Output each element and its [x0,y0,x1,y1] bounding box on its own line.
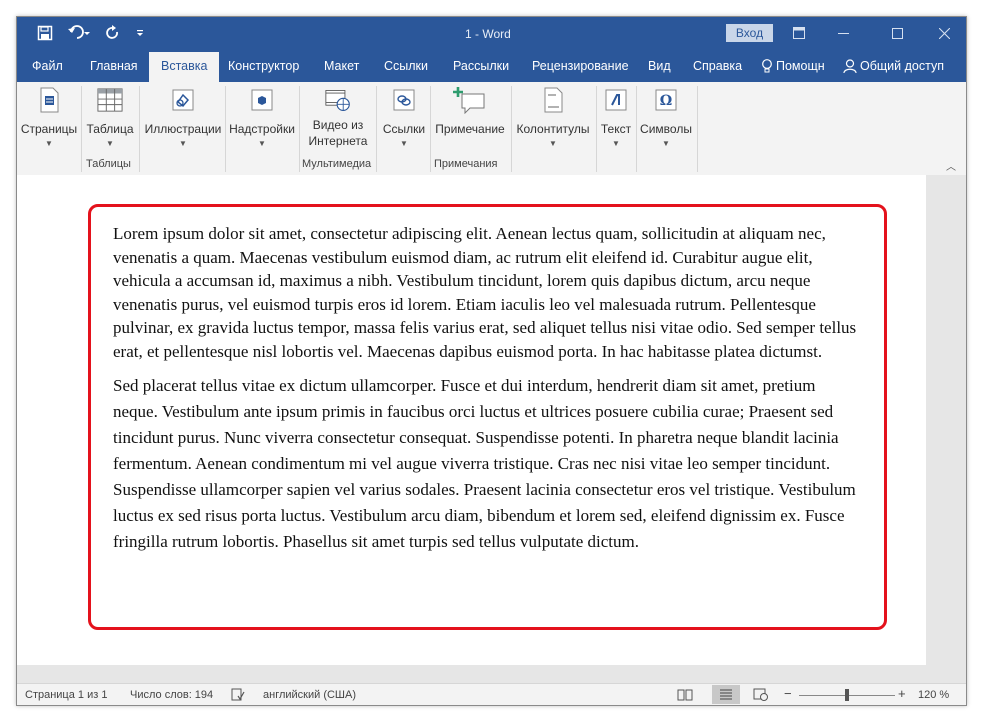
group-separator [376,86,377,172]
document-title: 1 - Word [465,27,511,41]
table-button[interactable]: Таблица ▼ [85,86,135,148]
group-label-media: Мультимедиа [302,158,372,170]
sign-in-button[interactable]: Вход [726,24,773,42]
pages-icon [36,86,62,114]
tab-references[interactable]: Ссылки [384,59,428,73]
tab-mailings[interactable]: Рассылки [453,59,509,73]
group-separator [697,86,698,172]
tab-insert[interactable]: Вставка [149,52,220,82]
chevron-down-icon: ▼ [612,139,620,148]
customize-qat-icon[interactable] [135,28,145,38]
links-icon [391,86,417,114]
zoom-out-button[interactable]: − [784,686,792,701]
text-icon [603,86,629,114]
group-label-tables: Таблицы [86,158,131,170]
omega-icon: Ω [653,86,679,114]
language-indicator[interactable]: английский (США) [263,689,356,701]
addins-label: Надстройки [229,122,295,136]
ribbon-tabs: Файл Главная Вставка Конструктор Макет С… [17,50,966,82]
links-label: Ссылки [382,122,426,136]
group-label-comments: Примечания [434,158,498,170]
share-label: Общий доступ [860,59,944,73]
lightbulb-icon [762,59,772,73]
tab-view[interactable]: Вид [648,59,671,73]
maximize-icon[interactable] [883,21,911,45]
zoom-in-button[interactable]: + [898,686,906,701]
tab-help[interactable]: Справка [693,59,742,73]
comment-icon [452,86,488,114]
tab-file[interactable]: Файл [32,59,63,73]
tell-me-search[interactable]: Помощн [761,59,825,73]
online-video-button[interactable]: Видео из Интернета [303,86,373,149]
title-bar: 1 - Word Вход [17,17,966,50]
symbols-button[interactable]: Ω Символы ▼ [637,86,695,148]
pages-label: Страницы [20,122,78,136]
minimize-icon[interactable] [829,21,857,45]
addins-button[interactable]: Надстройки ▼ [227,86,297,148]
page-count[interactable]: Страница 1 из 1 [25,689,107,701]
group-separator [299,86,300,172]
comment-button[interactable]: Примечание [431,86,509,137]
table-icon [97,86,123,114]
read-mode-icon[interactable] [677,688,693,704]
quick-access-toolbar [37,25,145,41]
group-separator [139,86,140,172]
tab-layout[interactable]: Макет [324,59,359,73]
undo-icon[interactable] [67,25,91,41]
zoom-level[interactable]: 120 % [918,689,949,701]
ribbon-display-options-icon[interactable] [785,21,813,45]
links-button[interactable]: Ссылки ▼ [379,86,429,148]
tab-design[interactable]: Конструктор [228,59,299,73]
online-video-label-line2: Интернета [308,134,368,148]
header-footer-label: Колонтитулы [516,122,590,136]
online-video-label: Видео из Интернета [303,117,373,149]
share-button[interactable]: Общий доступ [843,59,944,73]
vertical-scrollbar[interactable] [926,175,966,683]
chevron-down-icon: ▼ [45,139,53,148]
illustrations-icon [170,86,196,114]
group-separator [81,86,82,172]
status-bar: Страница 1 из 1 Число слов: 194 английск… [17,683,966,705]
pages-button[interactable]: Страницы ▼ [19,86,79,148]
chevron-down-icon: ▼ [662,139,670,148]
group-separator [511,86,512,172]
chevron-down-icon: ▼ [258,139,266,148]
web-layout-icon[interactable] [753,688,769,704]
person-icon [843,59,857,73]
addins-icon [249,86,275,114]
collapse-ribbon-icon[interactable]: ︿ [946,158,956,173]
print-layout-icon[interactable] [712,685,740,704]
header-footer-button[interactable]: Колонтитулы ▼ [513,86,593,148]
text-label: Текст [600,122,632,136]
ribbon-insert: Страницы ▼ Таблица ▼ Таблицы Иллюстрации… [17,82,966,176]
chevron-down-icon: ▼ [179,139,187,148]
illustrations-label: Иллюстрации [144,122,222,136]
text-button[interactable]: Текст ▼ [597,86,635,148]
header-footer-icon [540,86,566,114]
tab-home[interactable]: Главная [90,59,138,73]
close-icon[interactable] [930,21,958,45]
online-video-icon [325,86,351,114]
illustrations-button[interactable]: Иллюстрации ▼ [143,86,223,148]
table-label: Таблица [86,122,134,136]
comment-label: Примечание [435,122,505,136]
chevron-down-icon: ▼ [106,139,114,148]
tell-me-label: Помощн [776,59,825,73]
group-separator [225,86,226,172]
symbols-label: Символы [640,122,692,136]
highlight-frame [88,204,887,630]
zoom-slider-thumb[interactable] [845,689,849,701]
online-video-label-line1: Видео из [312,118,364,132]
word-count[interactable]: Число слов: 194 [130,689,213,701]
redo-icon[interactable] [105,25,121,41]
proofing-icon[interactable] [231,688,245,704]
tab-review[interactable]: Рецензирование [532,59,629,73]
save-icon[interactable] [37,25,53,41]
chevron-down-icon: ▼ [549,139,557,148]
svg-text:Ω: Ω [660,93,672,109]
chevron-down-icon: ▼ [400,139,408,148]
